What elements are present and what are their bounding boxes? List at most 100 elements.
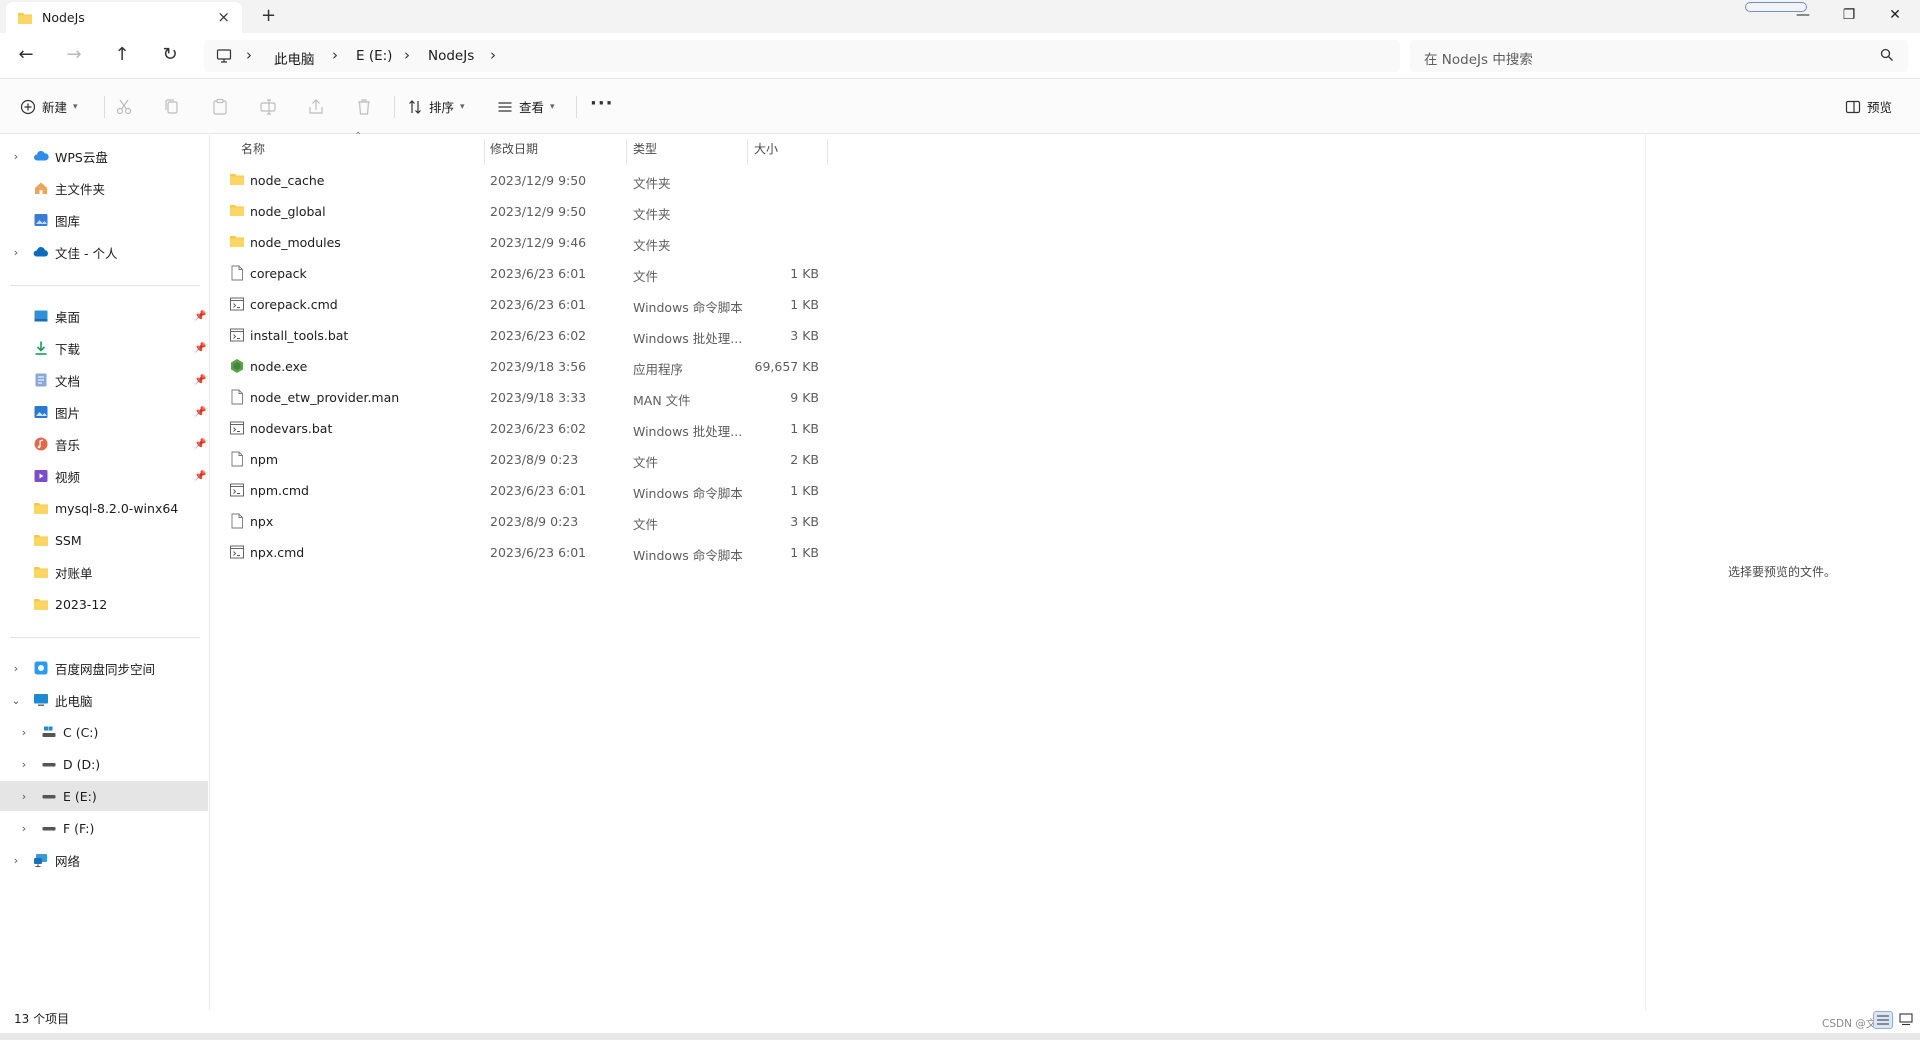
sidebar-item-gallery[interactable]: 图库: [0, 205, 208, 235]
file-date: 2023/8/9 0:23: [490, 514, 579, 529]
file-row[interactable]: corepack.cmd 2023/6/23 6:01 Windows 命令脚本 1 …: [211, 289, 831, 320]
forward-button[interactable]: →: [60, 42, 88, 68]
rename-icon[interactable]: [258, 97, 278, 117]
restore-button[interactable]: ❐: [1834, 4, 1864, 26]
sidebar-item-drive-d[interactable]: › D (D:): [0, 749, 208, 779]
chevron-down-icon: ▾: [460, 101, 465, 112]
refresh-button[interactable]: ↻: [156, 42, 184, 68]
file-date: 2023/6/23 6:02: [490, 328, 587, 343]
file-name: install_tools.bat: [250, 328, 349, 343]
chevron-down-icon[interactable]: ⌄: [10, 694, 22, 707]
chevron-right-icon[interactable]: ›: [18, 790, 30, 803]
breadcrumb-drive-e[interactable]: E (E:): [356, 48, 392, 64]
address-bar: ← → ↑ ↻ › 此电脑 › E (E:) › NodeJs › 在 Node…: [0, 33, 1920, 79]
file-row[interactable]: install_tools.bat 2023/6/23 6:02 Windows 批…: [211, 320, 831, 351]
sidebar-item-onedrive[interactable]: › 文佳 - 个人: [0, 237, 208, 267]
sidebar-item-desktop[interactable]: 桌面 📌: [0, 301, 208, 331]
sidebar-item-music[interactable]: 音乐 📌: [0, 429, 208, 459]
sidebar-item-drive-f[interactable]: › F (F:): [0, 813, 208, 843]
chevron-right-icon[interactable]: ›: [10, 854, 22, 867]
sidebar-item-2023-12-folder[interactable]: 2023-12: [0, 589, 208, 619]
sidebar-item-this-pc[interactable]: ⌄ 此电脑: [0, 685, 208, 715]
file-icon: [231, 389, 243, 405]
close-window-button[interactable]: ✕: [1880, 4, 1910, 26]
sidebar-item-drive-e[interactable]: › E (E:): [0, 781, 208, 811]
file-row[interactable]: npx.cmd 2023/6/23 6:01 Windows 命令脚本 1 KB: [211, 537, 831, 568]
column-divider[interactable]: [484, 139, 485, 165]
sidebar-item-statement-folder[interactable]: 对账单: [0, 557, 208, 587]
file-row[interactable]: node.exe 2023/9/18 3:56 应用程序 69,657 KB: [211, 351, 831, 382]
back-button[interactable]: ←: [12, 42, 40, 68]
cut-icon[interactable]: [114, 97, 134, 117]
chevron-right-icon[interactable]: ›: [18, 726, 30, 739]
minimize-button[interactable]: —: [1788, 4, 1818, 26]
column-header-type[interactable]: 类型: [633, 135, 657, 163]
chevron-right-icon[interactable]: ›: [10, 662, 22, 675]
details-view-button[interactable]: [1873, 1011, 1893, 1029]
chevron-right-icon[interactable]: ›: [18, 822, 30, 835]
sidebar-item-pictures[interactable]: 图片 📌: [0, 397, 208, 427]
file-icon: [231, 265, 243, 281]
file-size: 2 KB: [790, 452, 819, 467]
pin-icon: 📌: [194, 342, 207, 354]
item-count: 13 个项目: [14, 1012, 70, 1026]
breadcrumb-nodejs[interactable]: NodeJs: [428, 48, 474, 64]
column-divider[interactable]: [827, 139, 828, 165]
sidebar-item-network[interactable]: › 网络: [0, 845, 208, 875]
sidebar-item-documents[interactable]: 文档 📌: [0, 365, 208, 395]
file-row[interactable]: corepack 2023/6/23 6:01 文件 1 KB: [211, 258, 831, 289]
sort-button[interactable]: 排序 ▾: [407, 97, 465, 116]
column-divider[interactable]: [747, 139, 748, 165]
sidebar-item-videos[interactable]: 视频 📌: [0, 461, 208, 491]
column-header-name[interactable]: 名称: [241, 135, 265, 163]
column-divider[interactable]: [626, 139, 627, 165]
sidebar-item-label: 此电脑: [55, 693, 93, 709]
new-tab-button[interactable]: +: [261, 6, 276, 26]
file-row[interactable]: npx 2023/8/9 0:23 文件 3 KB: [211, 506, 831, 537]
music-icon: [34, 437, 48, 451]
tiles-view-button[interactable]: [1897, 1011, 1917, 1029]
toolbar-divider: [104, 96, 105, 118]
file-type: 文件: [633, 455, 659, 470]
file-row[interactable]: node_modules 2023/12/9 9:46 文件夹: [211, 227, 831, 258]
more-options-button[interactable]: ···: [590, 93, 614, 114]
file-row[interactable]: node_etw_provider.man 2023/9/18 3:33 MAN 文…: [211, 382, 831, 413]
sidebar-item-baidu-netdisk[interactable]: › 百度网盘同步空间: [0, 653, 208, 683]
sidebar-item-downloads[interactable]: 下载 📌: [0, 333, 208, 363]
column-header-date[interactable]: 修改日期: [490, 135, 538, 163]
chevron-right-icon[interactable]: ›: [10, 150, 22, 163]
file-icon: [231, 451, 243, 467]
chevron-right-icon: ›: [246, 46, 252, 64]
title-bar: NodeJs × + — ❐ ✕: [0, 0, 1920, 33]
breadcrumb[interactable]: › 此电脑 › E (E:) › NodeJs ›: [204, 40, 1400, 72]
sidebar-item-drive-c[interactable]: › C (C:): [0, 717, 208, 747]
sidebar-item-mysql-folder[interactable]: mysql-8.2.0-winx64: [0, 493, 208, 523]
new-button[interactable]: 新建 ▾: [20, 97, 78, 116]
preview-pane-button[interactable]: 预览: [1845, 97, 1892, 116]
file-row[interactable]: npm.cmd 2023/6/23 6:01 Windows 命令脚本 1 KB: [211, 475, 831, 506]
sidebar-item-ssm-folder[interactable]: SSM: [0, 525, 208, 555]
delete-icon[interactable]: [354, 97, 374, 117]
copy-icon[interactable]: [162, 97, 182, 117]
file-type: Windows 命令脚本: [633, 300, 743, 315]
breadcrumb-this-pc[interactable]: 此电脑: [274, 48, 315, 68]
file-row[interactable]: npm 2023/8/9 0:23 文件 2 KB: [211, 444, 831, 475]
sidebar-item-wps-cloud[interactable]: › WPS云盘: [0, 141, 208, 171]
view-button[interactable]: 查看 ▾: [497, 97, 555, 116]
tab-close-button[interactable]: ×: [217, 9, 230, 25]
file-row[interactable]: nodevars.bat 2023/6/23 6:02 Windows 批处理...…: [211, 413, 831, 444]
script-icon: [230, 297, 244, 311]
file-row[interactable]: node_global 2023/12/9 9:50 文件夹: [211, 196, 831, 227]
file-size: 1 KB: [790, 297, 819, 312]
file-row[interactable]: node_cache 2023/12/9 9:50 文件夹: [211, 165, 831, 196]
chevron-right-icon[interactable]: ›: [18, 758, 30, 771]
column-header-size[interactable]: 大小: [754, 135, 778, 163]
paste-icon[interactable]: [210, 97, 230, 117]
share-icon[interactable]: [306, 97, 326, 117]
search-input[interactable]: 在 NodeJs 中搜索: [1410, 40, 1908, 72]
chevron-right-icon[interactable]: ›: [10, 246, 22, 259]
tab-nodejs[interactable]: NodeJs ×: [6, 2, 242, 33]
sidebar-item-home[interactable]: 主文件夹: [0, 173, 208, 203]
up-button[interactable]: ↑: [108, 42, 136, 68]
pin-icon: 📌: [194, 438, 207, 450]
